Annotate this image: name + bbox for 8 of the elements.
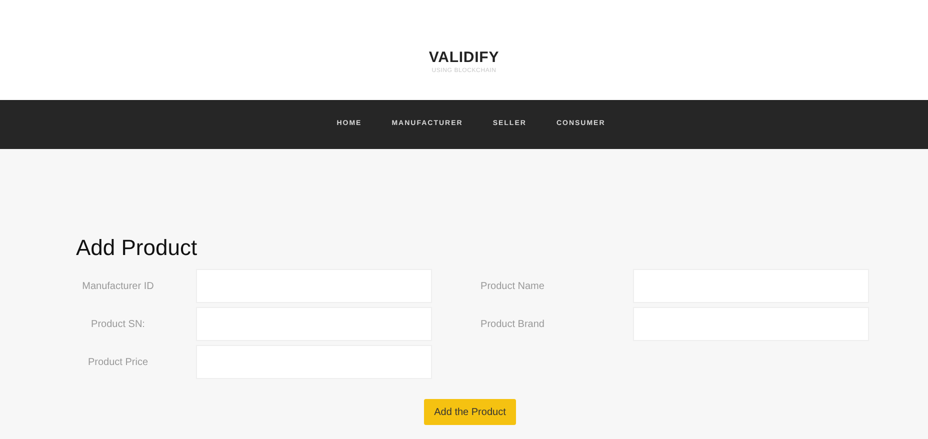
- site-title: VALIDIFY: [428, 50, 500, 65]
- add-product-button[interactable]: Add the Product: [424, 399, 516, 425]
- field-label: Product Price: [86, 356, 150, 370]
- field-label: Product Brand: [480, 318, 546, 332]
- form-title: Add Product: [76, 237, 198, 259]
- field-label: Product SN:: [90, 318, 146, 332]
- field-label: Manufacturer ID: [81, 280, 155, 294]
- field-label: Product Name: [480, 280, 546, 294]
